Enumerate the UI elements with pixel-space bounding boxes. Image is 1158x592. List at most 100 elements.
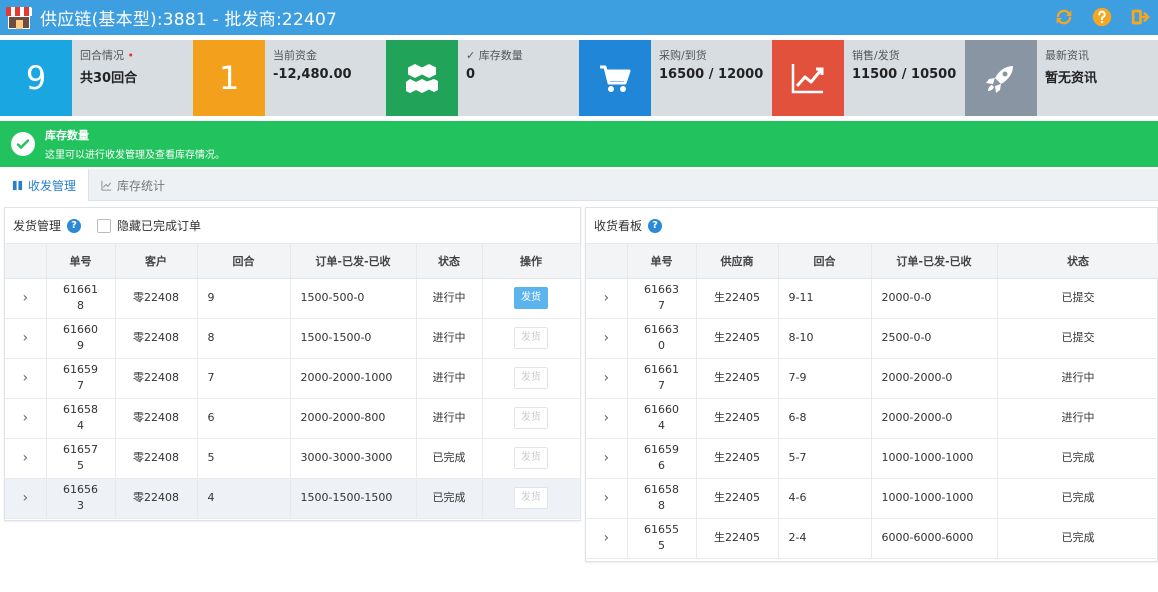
ship-button[interactable]: 发货 [514, 407, 548, 429]
supplier: 生22405 [696, 478, 779, 519]
question-icon[interactable]: ? [648, 218, 663, 233]
order-id: 616563 [46, 478, 116, 519]
table-row[interactable]: › 616588 生22405 4-6 1000-1000-1000 已完成 [586, 478, 1158, 519]
panel-title: 收货看板 [594, 219, 643, 233]
customer: 零22408 [115, 398, 198, 439]
table-row[interactable]: › 616563 零22408 4 1500-1500-1500 已完成 发货 [5, 478, 581, 519]
action-cell: 发货 [482, 278, 581, 319]
round: 5-7 [778, 438, 872, 479]
order-id: 616588 [627, 478, 697, 519]
status: 进行中 [416, 398, 483, 439]
order-progress: 2000-2000-800 [290, 398, 417, 439]
table-row[interactable]: › 616597 零22408 7 2000-2000-1000 进行中 发货 [5, 358, 581, 399]
tab-shipping-management[interactable]: 收发管理 [0, 169, 90, 201]
tab-inventory-stats[interactable]: 库存统计 [89, 169, 177, 201]
round: 7-9 [778, 358, 872, 399]
order-progress: 6000-6000-6000 [871, 518, 998, 559]
stat-purchase-value: 16500 / 12000 [659, 67, 764, 82]
stat-inventory[interactable]: ✓ 库存数量 0 [386, 40, 579, 116]
table-row[interactable]: › 616584 零22408 6 2000-2000-800 进行中 发货 [5, 398, 581, 439]
order-id: 616597 [46, 358, 116, 399]
help-icon[interactable] [1090, 5, 1114, 29]
chevron-right-icon[interactable]: › [586, 478, 628, 519]
question-icon[interactable]: ? [67, 218, 82, 233]
stats-row: 9 回合情况 • 共30回合 1 当前资金 -12,480.00 ✓ 库存数量 … [0, 40, 1158, 116]
chevron-right-icon[interactable]: › [586, 318, 628, 359]
stat-rounds-marker: • [127, 49, 135, 62]
order-id: 616555 [627, 518, 697, 559]
refresh-icon[interactable] [1052, 5, 1076, 29]
stat-news: 最新资讯 暂无资讯 [965, 40, 1158, 116]
round: 9 [197, 278, 291, 319]
stat-sales-value: 11500 / 10500 [852, 67, 957, 82]
table-row[interactable]: › 616596 生22405 5-7 1000-1000-1000 已完成 [586, 438, 1158, 479]
round: 9-11 [778, 278, 872, 319]
customer: 零22408 [115, 278, 198, 319]
customer: 零22408 [115, 438, 198, 479]
table-row[interactable]: › 616630 生22405 8-10 2500-0-0 已提交 [586, 318, 1158, 359]
ship-button[interactable]: 发货 [514, 487, 548, 509]
tab-label: 收发管理 [28, 178, 77, 193]
receiving-table: 单号 供应商 回合 订单-已发-已收 状态 › 616637 生22405 9-11 2… [586, 244, 1158, 559]
chevron-right-icon[interactable]: › [5, 358, 47, 399]
chevron-right-icon[interactable]: › [5, 278, 47, 319]
cubes-icon [386, 40, 458, 116]
logout-icon[interactable] [1128, 5, 1152, 29]
table-row[interactable]: › 616555 生22405 2-4 6000-6000-6000 已完成 [586, 518, 1158, 559]
stat-purchase-label: 采购/到货 [659, 49, 707, 62]
customer: 零22408 [115, 478, 198, 519]
status: 已完成 [997, 478, 1158, 519]
table-row[interactable]: › 616617 生22405 7-9 2000-2000-0 进行中 [586, 358, 1158, 399]
ship-button[interactable]: 发货 [514, 327, 548, 349]
status: 进行中 [416, 318, 483, 359]
chevron-right-icon[interactable]: › [586, 358, 628, 399]
status: 已提交 [997, 318, 1158, 359]
status: 进行中 [997, 398, 1158, 439]
order-progress: 2500-0-0 [871, 318, 998, 359]
chart-icon [772, 40, 844, 116]
action-cell: 发货 [482, 358, 581, 399]
chevron-right-icon[interactable]: › [5, 478, 47, 519]
order-progress: 1000-1000-1000 [871, 438, 998, 479]
hide-completed-checkbox[interactable] [97, 218, 112, 233]
ship-button[interactable]: 发货 [514, 367, 548, 389]
chevron-right-icon[interactable]: › [586, 438, 628, 479]
order-progress: 1500-1500-1500 [290, 478, 417, 519]
column-header: 单号 [46, 244, 116, 279]
chevron-right-icon[interactable]: › [586, 518, 628, 559]
supplier: 生22405 [696, 358, 779, 399]
status: 已提交 [997, 278, 1158, 319]
action-cell: 发货 [482, 478, 581, 519]
stat-rounds-value: 共30回合 [80, 71, 138, 86]
column-header: 供应商 [696, 244, 779, 279]
round: 2-4 [778, 518, 872, 559]
table-row[interactable]: › 616604 生22405 6-8 2000-2000-0 进行中 [586, 398, 1158, 439]
round: 8-10 [778, 318, 872, 359]
action-cell: 发货 [482, 318, 581, 359]
supplier: 生22405 [696, 438, 779, 479]
round: 6 [197, 398, 291, 439]
column-header: 状态 [997, 244, 1158, 279]
tab-bar: 收发管理 库存统计 [0, 169, 1158, 201]
table-row[interactable]: › 616637 生22405 9-11 2000-0-0 已提交 [586, 278, 1158, 319]
stat-rounds: 9 回合情况 • 共30回合 [0, 40, 193, 116]
stat-funds-label: 当前资金 [273, 49, 317, 62]
table-row[interactable]: › 616575 零22408 5 3000-3000-3000 已完成 发货 [5, 438, 581, 479]
order-id: 616617 [627, 358, 697, 399]
ship-button[interactable]: 发货 [514, 287, 548, 309]
ship-button[interactable]: 发货 [514, 447, 548, 469]
table-row[interactable]: › 616618 零22408 9 1500-500-0 进行中 发货 [5, 278, 581, 319]
order-progress: 2000-0-0 [871, 278, 998, 319]
order-progress: 1500-500-0 [290, 278, 417, 319]
chevron-right-icon[interactable]: › [5, 398, 47, 439]
stat-inventory-label: ✓ 库存数量 [466, 49, 523, 62]
column-header: 回合 [778, 244, 872, 279]
table-row[interactable]: › 616609 零22408 8 1500-1500-0 进行中 发货 [5, 318, 581, 359]
chevron-right-icon[interactable]: › [5, 318, 47, 359]
order-progress: 1500-1500-0 [290, 318, 417, 359]
chevron-right-icon[interactable]: › [586, 398, 628, 439]
stat-sales-label: 销售/发货 [852, 49, 900, 62]
chevron-right-icon[interactable]: › [5, 438, 47, 479]
order-progress: 2000-2000-1000 [290, 358, 417, 399]
chevron-right-icon[interactable]: › [586, 278, 628, 319]
